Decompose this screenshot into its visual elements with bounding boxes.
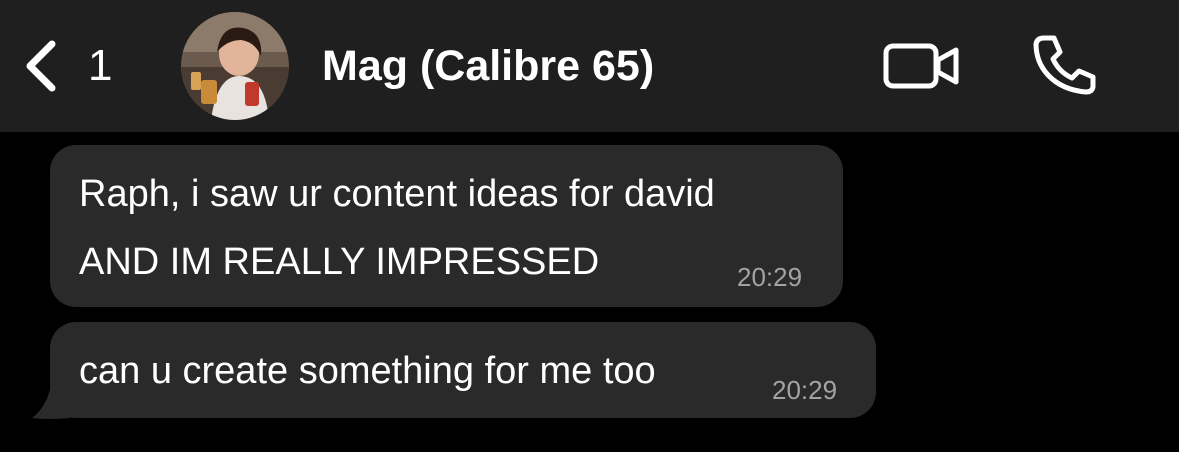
video-call-button[interactable] (882, 38, 962, 94)
back-button[interactable]: 1 (22, 34, 132, 98)
message-timestamp: 20:29 (772, 375, 838, 405)
message-text: can u create something for me too (79, 350, 656, 392)
message-bubble[interactable]: Raph, i saw ur content ideas for david A… (50, 145, 843, 307)
chat-header: 1 Mag (Calibre 65) (0, 0, 1179, 132)
video-camera-icon (883, 43, 959, 89)
voice-call-button[interactable] (1030, 32, 1100, 96)
avatar[interactable] (181, 12, 289, 120)
message-text: AND IM REALLY IMPRESSED (79, 241, 600, 283)
message-text: Raph, i saw ur content ideas for david (79, 173, 715, 215)
phone-icon (1033, 35, 1096, 95)
unread-count: 1 (88, 41, 113, 90)
message-bubble[interactable]: can u create something for me too 20:29 (50, 322, 876, 418)
chevron-left-icon (26, 40, 56, 92)
message-timestamp: 20:29 (737, 262, 803, 292)
contact-name[interactable]: Mag (Calibre 65) (322, 38, 654, 94)
